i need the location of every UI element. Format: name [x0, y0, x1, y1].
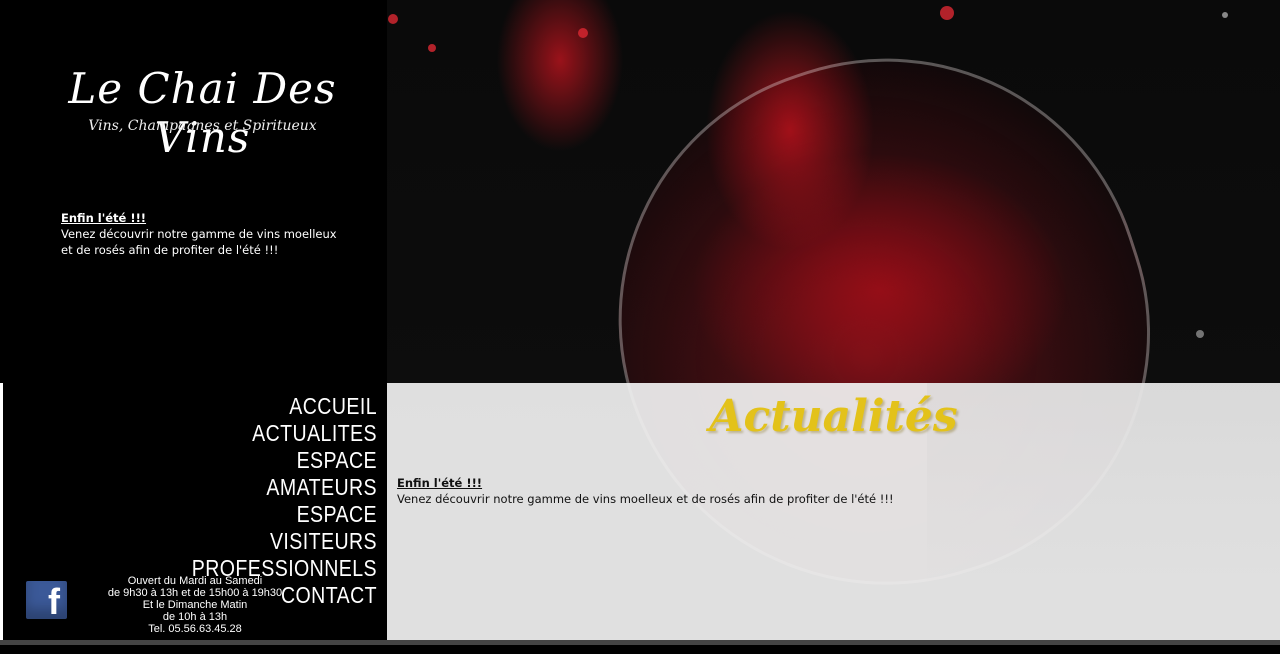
wine-drop — [940, 6, 954, 20]
left-border-bar — [0, 383, 3, 645]
wine-drop — [578, 28, 588, 38]
sidebar-news-line: et de rosés afin de profiter de l'été !!… — [61, 243, 279, 257]
opening-hours: Ouvert du Mardi au Samedi de 9h30 à 13h … — [90, 575, 300, 635]
sidebar-news-line: Venez découvrir notre gamme de vins moel… — [61, 227, 337, 241]
news-title-link[interactable]: Enfin l'été !!! — [397, 475, 894, 491]
hours-line: de 9h30 à 13h et de 15h00 à 19h30 — [107, 587, 283, 599]
sidebar-news: Enfin l'été !!! Venez découvrir notre ga… — [61, 210, 361, 258]
site-logo-subtitle: Vins, Champagnes et Spiritueux — [88, 118, 317, 134]
menu-item-accueil[interactable]: ACCUEIL — [184, 393, 377, 420]
news-item: Enfin l'été !!! Venez découvrir notre ga… — [397, 475, 894, 507]
menu-item-espace-amateurs[interactable]: ESPACE AMATEURS — [184, 447, 377, 501]
news-text: Venez découvrir notre gamme de vins moel… — [397, 492, 894, 506]
menu-item-espace-visiteurs[interactable]: ESPACE VISITEURS — [184, 501, 377, 555]
site-logo-title[interactable]: Le Chai Des Vins — [20, 64, 385, 162]
hours-line: Ouvert du Mardi au Samedi — [127, 575, 263, 587]
facebook-icon[interactable]: f — [26, 581, 67, 622]
hours-line: Et le Dimanche Matin — [142, 599, 248, 611]
page-title: Actualités — [709, 391, 958, 442]
bottom-strip — [0, 640, 1280, 645]
wine-drop — [428, 44, 436, 52]
sidebar-news-title-link[interactable]: Enfin l'été !!! — [61, 210, 361, 226]
wine-drop — [1196, 330, 1204, 338]
menu-item-actualites[interactable]: ACTUALITES — [184, 420, 377, 447]
phone-number: Tel. 05.56.63.45.28 — [148, 623, 242, 635]
content-panel: Actualités Enfin l'été !!! Venez découvr… — [387, 383, 1280, 645]
facebook-glyph: f — [48, 581, 60, 622]
wine-drop — [388, 14, 398, 24]
wine-drop — [1222, 12, 1228, 18]
left-column: Le Chai Des Vins Vins, Champagnes et Spi… — [0, 0, 387, 645]
hours-line: de 10h à 13h — [162, 611, 228, 623]
